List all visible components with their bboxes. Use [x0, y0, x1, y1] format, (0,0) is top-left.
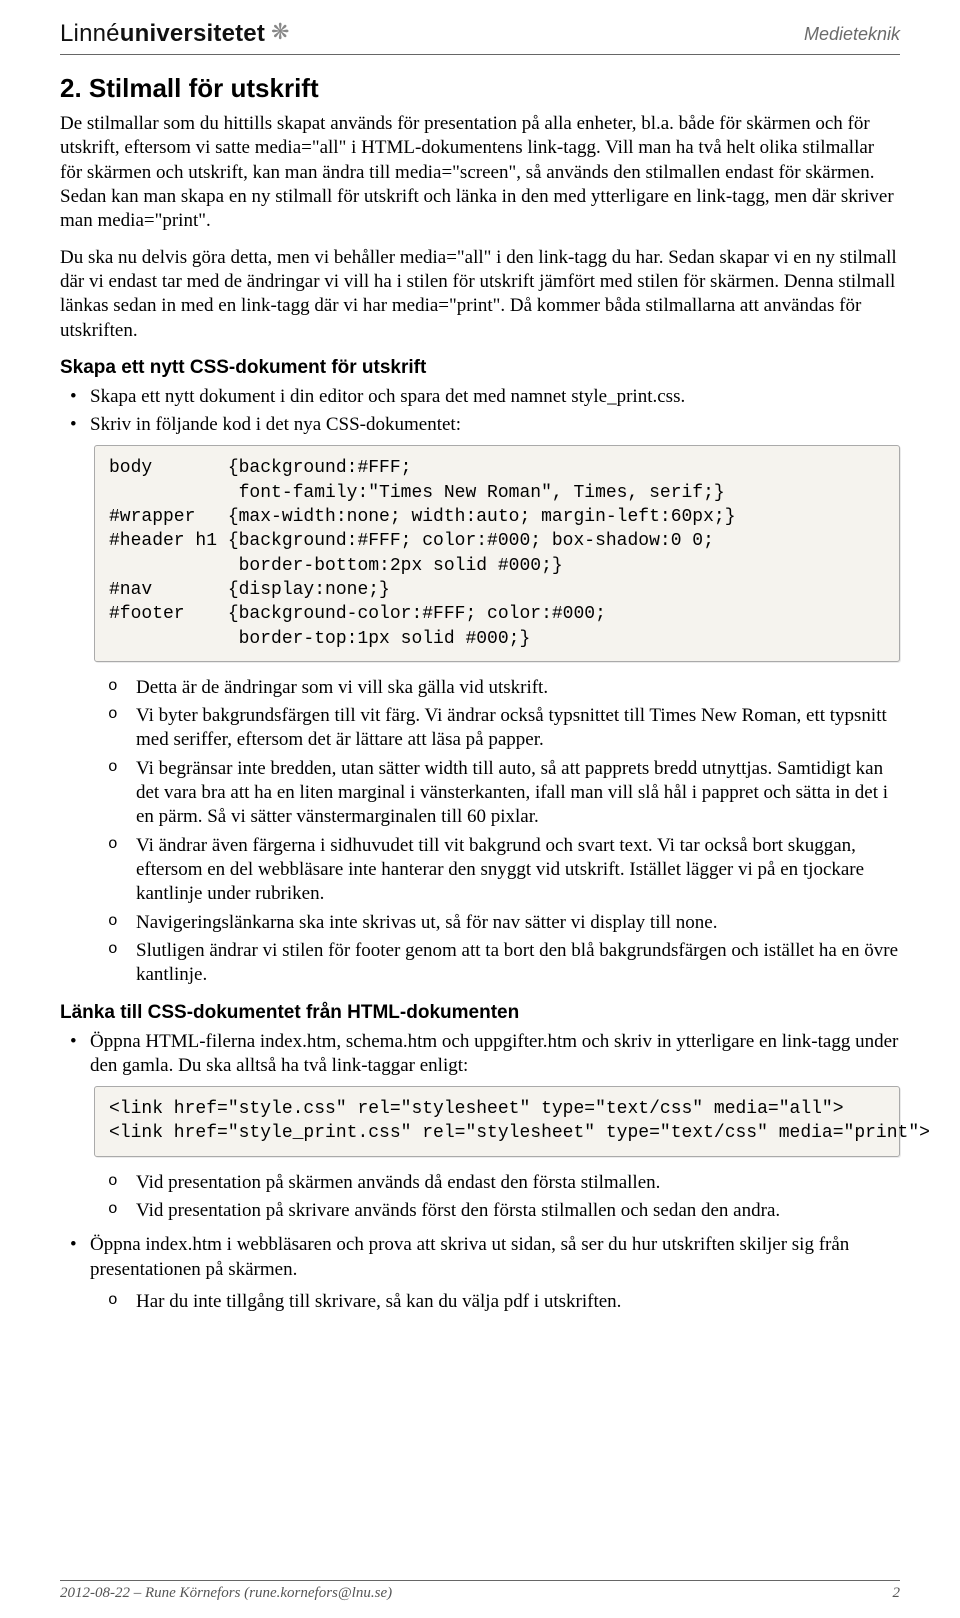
course-label: Medieteknik: [804, 24, 900, 45]
list-item: Har du inte tillgång till skrivare, så k…: [108, 1290, 900, 1314]
page-header: Linnéuniversitetet ❋ Medieteknik: [60, 20, 900, 55]
list-item: Vid presentation på skärmen används då e…: [108, 1171, 900, 1195]
section-title: 2. Stilmall för utskrift: [60, 73, 900, 104]
bullet-list-2: Öppna HTML-filerna index.htm, schema.htm…: [60, 1030, 900, 1079]
list-item: Detta är de ändringar som vi vill ska gä…: [108, 676, 900, 700]
logo-text-thin: Linnéuniversitetet: [60, 20, 265, 48]
code-block-css: body {background:#FFF; font-family:"Time…: [94, 445, 900, 661]
list-item: Skriv in följande kod i det nya CSS-doku…: [68, 413, 900, 437]
bullet-list-3: Öppna index.htm i webbläsaren och prova …: [60, 1233, 900, 1282]
list-item: Vid presentation på skrivare används för…: [108, 1199, 900, 1223]
flower-icon: ❋: [271, 21, 290, 43]
footer-left: 2012-08-22 – Rune Körnefors (rune.kornef…: [60, 1585, 392, 1602]
list-item: Vi begränsar inte bredden, utan sätter w…: [108, 757, 900, 830]
page-footer: 2012-08-22 – Rune Körnefors (rune.kornef…: [60, 1580, 900, 1602]
subheading-create-css: Skapa ett nytt CSS-dokument för utskrift: [60, 357, 900, 379]
sub-list-3: Har du inte tillgång till skrivare, så k…: [108, 1290, 900, 1314]
bullet-list-1: Skapa ett nytt dokument i din editor och…: [60, 385, 900, 438]
list-item: Öppna index.htm i webbläsaren och prova …: [68, 1233, 900, 1282]
list-item: Navigeringslänkarna ska inte skrivas ut,…: [108, 911, 900, 935]
list-item: Vi byter bakgrundsfärgen till vit färg. …: [108, 704, 900, 753]
subheading-link-css: Länka till CSS-dokumentet från HTML-doku…: [60, 1002, 900, 1024]
paragraph-1: De stilmallar som du hittills skapat anv…: [60, 112, 900, 234]
logo: Linnéuniversitetet ❋: [60, 20, 290, 48]
list-item: Slutligen ändrar vi stilen för footer ge…: [108, 939, 900, 988]
list-item: Vi ändrar även färgerna i sidhuvudet til…: [108, 834, 900, 907]
code-block-link: <link href="style.css" rel="stylesheet" …: [94, 1086, 900, 1157]
paragraph-2: Du ska nu delvis göra detta, men vi behå…: [60, 246, 900, 343]
page: Linnéuniversitetet ❋ Medieteknik 2. Stil…: [0, 0, 960, 1618]
sub-list-1: Detta är de ändringar som vi vill ska gä…: [108, 676, 900, 988]
footer-page-number: 2: [893, 1585, 901, 1602]
list-item: Öppna HTML-filerna index.htm, schema.htm…: [68, 1030, 900, 1079]
sub-list-2: Vid presentation på skärmen används då e…: [108, 1171, 900, 1224]
list-item: Skapa ett nytt dokument i din editor och…: [68, 385, 900, 409]
